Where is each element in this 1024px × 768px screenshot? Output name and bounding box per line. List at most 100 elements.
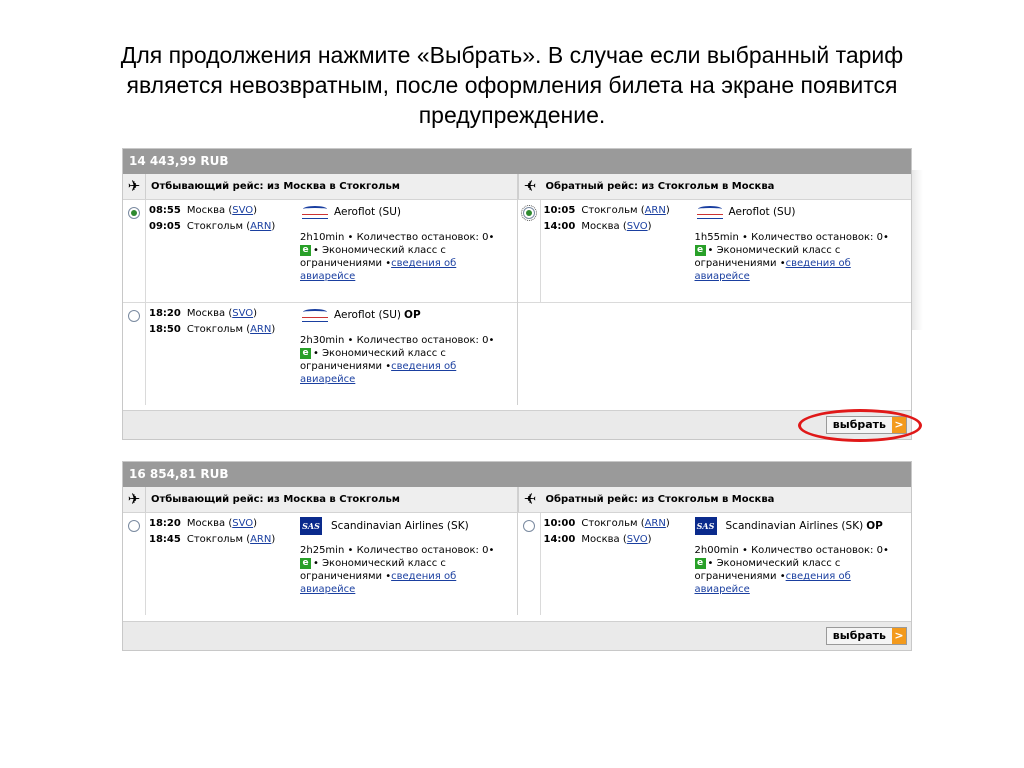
flight-option[interactable]: 18:20 Москва (SVO) 18:45 Стокгольм (ARN) S…	[123, 513, 517, 615]
select-button[interactable]: выбрать >	[825, 627, 907, 645]
arrival-time: 18:45	[149, 534, 181, 545]
flight-columns: ✈ Отбывающий рейс: из Москва в Стокгольм…	[123, 487, 911, 615]
flight-duration: 2h25min	[300, 545, 345, 556]
arrival-city: Стокгольм (	[186, 534, 251, 545]
departure-airport-link[interactable]: SVO	[232, 205, 253, 216]
flight-radio[interactable]	[128, 310, 140, 322]
fare-offer-2: 16 854,81 RUB ✈ Отбывающий рейс: из Моск…	[122, 461, 912, 651]
flight-duration: 1h55min	[694, 232, 739, 243]
select-button-label: выбрать	[832, 418, 886, 431]
flight-details: 2h25min • Количество остановок: 0• e • Эк…	[300, 545, 495, 595]
flight-radio[interactable]	[128, 207, 140, 219]
airline-name: Scandinavian Airlines (SK)	[331, 520, 469, 532]
departure-city: Москва (	[186, 308, 233, 319]
aeroflot-logo-icon	[300, 204, 330, 220]
airline-name: Aeroflot (SU)	[334, 206, 402, 218]
flight-option[interactable]: 18:20 Москва (SVO) 18:50 Стокгольм (ARN) A…	[123, 303, 517, 405]
flight-option[interactable]: 08:55 Москва (SVO) 09:05 Стокгольм (ARN) A…	[123, 200, 517, 303]
departure-airport-link[interactable]: ARN	[645, 205, 666, 216]
price-bar: 14 443,99 RUB	[123, 149, 911, 174]
caption-line-2: является невозвратным, после оформления …	[126, 72, 898, 98]
airplane-icon: ✈	[517, 487, 541, 512]
carrier: Aeroflot (SU)	[695, 204, 796, 220]
return-column: ✈ Обратный рейс: из Стокгольм в Москва 1…	[516, 487, 912, 615]
arrival-airport-link[interactable]: SVO	[627, 534, 648, 545]
arrival-airport-link[interactable]: ARN	[250, 324, 271, 335]
departure-time: 10:00	[543, 518, 576, 529]
outbound-column: ✈ Отбывающий рейс: из Москва в Стокгольм…	[123, 174, 517, 405]
flight-radio[interactable]	[520, 205, 537, 221]
arrival-time: 09:05	[149, 221, 181, 232]
outbound-title: Отбывающий рейс: из Москва в Стокгольм	[151, 181, 400, 192]
caption-line-3: предупреждение.	[418, 102, 606, 128]
arrival-airport-link[interactable]: ARN	[250, 534, 271, 545]
select-button[interactable]: выбрать >	[825, 416, 907, 434]
flight-details: 2h00min • Количество остановок: 0• e • Эк…	[694, 545, 889, 595]
stops-count: Количество остановок: 0	[751, 232, 883, 243]
carrier: Aeroflot (SU) OP	[300, 307, 421, 323]
operated-by-badge: OP	[404, 309, 421, 321]
select-button-label: выбрать	[832, 629, 886, 642]
flight-details: 2h10min • Количество остановок: 0• e • Эк…	[300, 232, 495, 282]
return-header: ✈ Обратный рейс: из Стокгольм в Москва	[517, 487, 911, 513]
fare-class-badge-icon: e	[694, 244, 706, 256]
departure-city: Москва (	[186, 518, 233, 529]
airline-name: Aeroflot (SU)	[334, 309, 402, 321]
arrival-time: 14:00	[543, 221, 576, 232]
flight-times: 18:20 Москва (SVO) 18:50 Стокгольм (ARN)	[149, 308, 276, 335]
airplane-icon: ✈	[123, 487, 146, 512]
offer-footer: выбрать >	[123, 410, 911, 439]
return-title: Обратный рейс: из Стокгольм в Москва	[545, 494, 775, 505]
departure-airport-link[interactable]: SVO	[232, 518, 253, 529]
radio-cell	[123, 303, 146, 405]
airplane-icon: ✈	[123, 174, 146, 199]
outbound-title: Отбывающий рейс: из Москва в Стокгольм	[151, 494, 400, 505]
departure-time: 10:05	[543, 205, 576, 216]
return-title: Обратный рейс: из Стокгольм в Москва	[545, 181, 775, 192]
flight-columns: ✈ Отбывающий рейс: из Москва в Стокгольм…	[123, 174, 911, 405]
fare-class-badge-icon: e	[300, 347, 311, 359]
flight-duration: 2h10min	[300, 232, 345, 243]
flight-duration: 2h00min	[694, 545, 739, 556]
return-column: ✈ Обратный рейс: из Стокгольм в Москва 1…	[516, 174, 911, 405]
arrow-right-icon: >	[892, 417, 906, 433]
flight-times: 18:20 Москва (SVO) 18:45 Стокгольм (ARN)	[149, 518, 276, 545]
radio-cell	[518, 200, 541, 302]
flight-radio[interactable]	[522, 520, 535, 532]
arrival-airport-link[interactable]: SVO	[627, 221, 648, 232]
flight-times: 10:05 Стокгольм (ARN) 14:00 Москва (SVO)	[543, 205, 670, 232]
departure-airport-link[interactable]: SVO	[232, 308, 253, 319]
arrival-airport-link[interactable]: ARN	[250, 221, 271, 232]
flight-details: 1h55min • Количество остановок: 0• e • Эк…	[694, 232, 889, 282]
departure-city: Москва (	[186, 205, 233, 216]
arrival-city: Стокгольм (	[186, 221, 251, 232]
departure-airport-link[interactable]: ARN	[645, 518, 666, 529]
fare-class-badge-icon: e	[694, 557, 706, 569]
airline-name: Aeroflot (SU)	[728, 206, 796, 218]
caption-line-1: Для продолжения нажмите «Выбрать». В слу…	[120, 42, 904, 68]
aeroflot-logo-icon	[695, 204, 725, 220]
flight-radio[interactable]	[128, 520, 140, 532]
fare-class-badge-icon: e	[300, 244, 311, 256]
departure-time: 08:55	[149, 205, 181, 216]
sas-logo-icon: SAS	[694, 517, 717, 535]
operated-by-badge: OP	[866, 520, 883, 532]
departure-city: Стокгольм (	[581, 205, 645, 216]
arrival-city: Москва (	[581, 534, 627, 545]
flight-option[interactable]: 10:05 Стокгольм (ARN) 14:00 Москва (SVO) A…	[517, 200, 911, 303]
flight-option[interactable]: 10:00 Стокгольм (ARN) 14:00 Москва (SVO) S…	[518, 513, 912, 615]
outbound-header: ✈ Отбывающий рейс: из Москва в Стокгольм	[123, 174, 517, 200]
price-bar: 16 854,81 RUB	[123, 462, 911, 487]
stops-count: Количество остановок: 0	[356, 545, 489, 556]
fare-class-badge-icon: e	[300, 557, 311, 569]
arrival-time: 18:50	[149, 324, 181, 335]
flight-times: 08:55 Москва (SVO) 09:05 Стокгольм (ARN)	[149, 205, 276, 232]
arrow-right-icon: >	[892, 628, 906, 644]
aeroflot-logo-icon	[300, 307, 330, 323]
carrier: SAS Scandinavian Airlines (SK)	[300, 517, 469, 535]
airplane-icon: ✈	[517, 174, 541, 199]
flight-details: 2h30min • Количество остановок: 0• e • Эк…	[300, 335, 495, 385]
outbound-column: ✈ Отбывающий рейс: из Москва в Стокгольм…	[123, 487, 517, 615]
stops-count: Количество остановок: 0	[356, 232, 489, 243]
airline-name: Scandinavian Airlines (SK)	[725, 520, 864, 532]
